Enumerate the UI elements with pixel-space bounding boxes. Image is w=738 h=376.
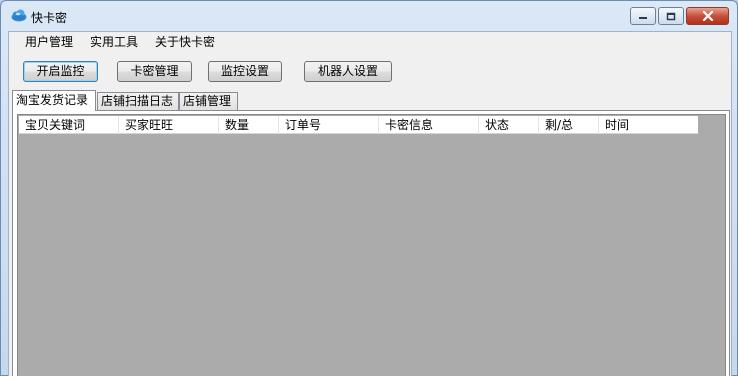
column-header-keyword[interactable]: 宝贝关键词 (19, 116, 119, 134)
column-header-status[interactable]: 状态 (479, 116, 539, 134)
maximize-button[interactable] (658, 7, 684, 25)
close-button[interactable] (686, 7, 729, 25)
main-window: 快卡密 用户管理 实用工具 关于快卡密 开启监控 卡密管理 监控设置 机器人设置… (0, 0, 738, 376)
tab-panel: 宝贝关键词 买家旺旺 数量 订单号 卡密信息 状态 剩/总 时间 (12, 110, 730, 376)
maximize-icon (666, 12, 676, 20)
close-icon (702, 11, 713, 21)
column-header-time[interactable]: 时间 (599, 116, 698, 134)
column-header-quantity[interactable]: 数量 (219, 116, 279, 134)
tab-taobao-delivery-log[interactable]: 淘宝发货记录 (12, 90, 96, 111)
list-header: 宝贝关键词 买家旺旺 数量 订单号 卡密信息 状态 剩/总 时间 (19, 116, 698, 134)
delivery-records-list[interactable]: 宝贝关键词 买家旺旺 数量 订单号 卡密信息 状态 剩/总 时间 (17, 114, 726, 376)
column-header-order-id[interactable]: 订单号 (279, 116, 379, 134)
card-manage-button[interactable]: 卡密管理 (117, 61, 192, 82)
column-header-buyer[interactable]: 买家旺旺 (119, 116, 219, 134)
menu-bar: 用户管理 实用工具 关于快卡密 (9, 32, 731, 52)
column-header-remaining-total[interactable]: 剩/总 (539, 116, 599, 134)
tab-shop-scan-log[interactable]: 店铺扫描日志 (97, 92, 179, 110)
window-title: 快卡密 (31, 11, 68, 25)
monitor-settings-button[interactable]: 监控设置 (208, 61, 282, 82)
menu-about[interactable]: 关于快卡密 (147, 32, 224, 52)
minimize-icon (639, 17, 647, 19)
menu-user-management[interactable]: 用户管理 (17, 32, 82, 52)
client-area: 用户管理 实用工具 关于快卡密 开启监控 卡密管理 监控设置 机器人设置 淘宝发… (8, 31, 732, 376)
caption-buttons (630, 7, 729, 25)
cloud-icon (11, 9, 27, 22)
minimize-button[interactable] (630, 7, 656, 25)
robot-settings-button[interactable]: 机器人设置 (304, 61, 392, 82)
tab-shop-management[interactable]: 店铺管理 (179, 92, 238, 110)
menu-utilities[interactable]: 实用工具 (82, 32, 147, 52)
start-monitor-button[interactable]: 开启监控 (23, 61, 98, 82)
column-header-card-info[interactable]: 卡密信息 (379, 116, 479, 134)
title-bar[interactable]: 快卡密 (1, 1, 737, 31)
